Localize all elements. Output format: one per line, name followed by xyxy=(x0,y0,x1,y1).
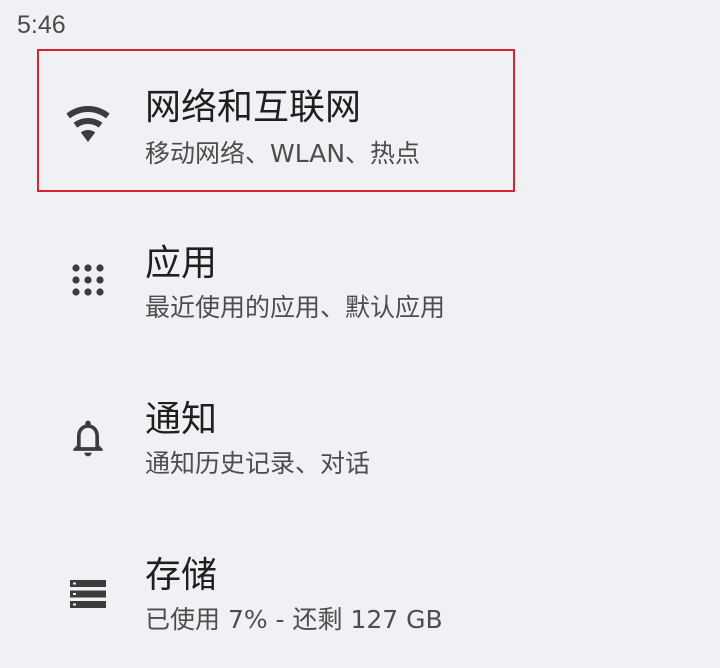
wifi-icon xyxy=(62,98,114,150)
storage-subtitle: 已使用 7% - 还剩 127 GB xyxy=(145,605,443,634)
apps-grid-icon xyxy=(62,254,114,306)
status-time: 5:46 xyxy=(17,11,66,39)
storage-icon xyxy=(62,568,114,620)
settings-item-apps[interactable]: 应用 最近使用的应用、默认应用 xyxy=(0,206,720,356)
bell-icon xyxy=(62,412,114,464)
settings-item-storage[interactable]: 存储 已使用 7% - 还剩 127 GB xyxy=(0,518,720,668)
network-title: 网络和互联网 xyxy=(145,87,362,128)
apps-title: 应用 xyxy=(145,243,218,284)
network-subtitle: 移动网络、WLAN、热点 xyxy=(145,139,421,168)
notifications-subtitle: 通知历史记录、对话 xyxy=(145,449,371,478)
apps-subtitle: 最近使用的应用、默认应用 xyxy=(145,293,446,322)
settings-item-notifications[interactable]: 通知 通知历史记录、对话 xyxy=(0,362,720,512)
settings-item-network[interactable]: 网络和互联网 移动网络、WLAN、热点 xyxy=(0,52,720,202)
notifications-title: 通知 xyxy=(145,399,218,440)
storage-title: 存储 xyxy=(145,555,218,596)
